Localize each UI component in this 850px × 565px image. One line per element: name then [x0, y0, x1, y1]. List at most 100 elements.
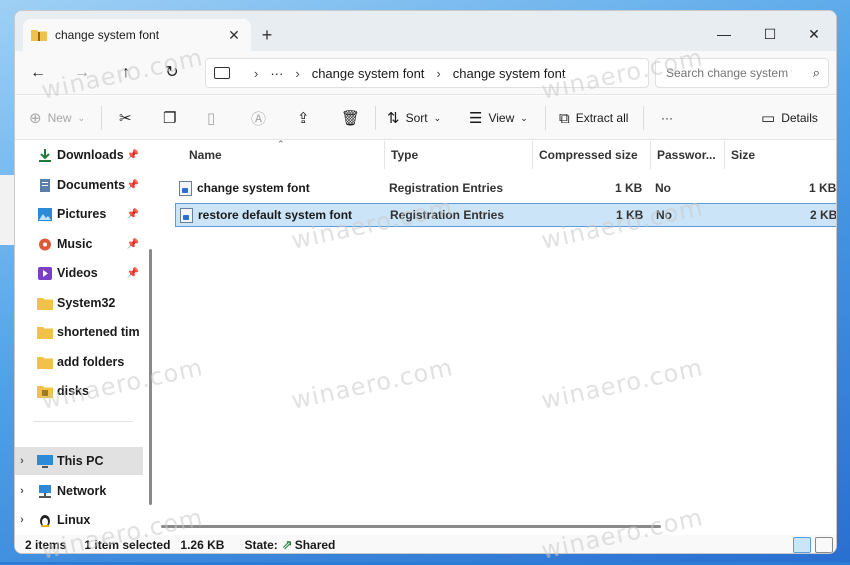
forward-button[interactable]: →	[69, 62, 95, 84]
sort-icon: ⇅	[387, 110, 400, 127]
toolbar-divider	[545, 106, 546, 130]
extract-all-button[interactable]: ⧉ Extract all	[559, 96, 628, 140]
copy-button[interactable]: ❐	[163, 96, 182, 140]
tiles-view-toggle[interactable]	[815, 537, 833, 553]
breadcrumb-item[interactable]: change system font	[312, 66, 425, 81]
cut-button[interactable]: ✂	[119, 96, 138, 140]
sidebar-item-label: System32	[57, 296, 116, 310]
pin-icon: 📌	[126, 238, 139, 250]
pin-icon: 📌	[126, 267, 139, 279]
desktop-icon-fragment	[0, 175, 14, 245]
sidebar-item-label: Pictures	[57, 207, 107, 221]
sidebar-item-network[interactable]: › Network	[15, 477, 143, 505]
tab-change-system-font[interactable]: change system font ✕	[23, 19, 251, 51]
table-row[interactable]: restore default system font Registration…	[175, 203, 836, 227]
trash-icon: 🗑	[341, 110, 361, 127]
column-header-compressed-size[interactable]: Compressed size	[533, 141, 651, 169]
search-icon: ⌕	[812, 65, 820, 80]
file-list: Name ⌃ Type Compressed size Passwor... S…	[161, 139, 836, 535]
sidebar-item-music[interactable]: Music 📌	[15, 230, 143, 258]
folder-icon	[37, 326, 53, 339]
delete-button[interactable]: 🗑	[341, 96, 366, 140]
sort-button[interactable]: ⇅ Sort ⌄	[387, 96, 441, 140]
column-label: Size	[731, 148, 756, 162]
rename-icon: Ⓐ	[251, 110, 267, 128]
share-button[interactable]: ⇪	[297, 96, 316, 140]
videos-icon	[38, 266, 52, 280]
chevron-down-icon: ⌄	[433, 112, 442, 123]
network-icon	[39, 484, 51, 498]
file-name: change system font	[197, 181, 310, 195]
pc-icon	[37, 454, 53, 468]
scissors-icon: ✂	[119, 110, 132, 127]
close-window-button[interactable]: ✕	[791, 19, 836, 49]
sidebar-item-label: Network	[57, 484, 107, 498]
sidebar-item-linux[interactable]: › Linux	[15, 506, 143, 534]
back-button[interactable]: ←	[25, 62, 51, 84]
up-button[interactable]: ↑	[113, 62, 139, 84]
pin-icon: 📌	[126, 208, 139, 220]
column-header-size[interactable]: Size	[725, 141, 836, 169]
new-tab-button[interactable]: +	[255, 25, 279, 46]
chevron-down-icon: ⌄	[520, 112, 528, 123]
sidebar-item-videos[interactable]: Videos 📌	[15, 259, 143, 287]
minimize-button[interactable]: —	[701, 19, 747, 49]
sidebar-scrollbar[interactable]	[149, 249, 152, 505]
sidebar-item-disks[interactable]: disks	[15, 377, 143, 405]
chevron-right-icon: ›	[295, 65, 300, 81]
monitor-icon	[214, 67, 230, 79]
pin-icon: 📌	[126, 149, 139, 161]
chevron-right-icon[interactable]: ›	[15, 455, 29, 467]
tab-close-icon[interactable]: ✕	[225, 27, 243, 44]
plus-circle-icon: ⊕	[29, 110, 42, 127]
address-bar[interactable]: › ··· › change system font › change syst…	[205, 58, 649, 88]
search-box[interactable]: ⌕	[655, 58, 829, 88]
view-button[interactable]: ☰ View ⌄	[469, 96, 528, 140]
new-label: New	[47, 111, 72, 125]
status-state-value: Shared	[294, 538, 336, 552]
sidebar-item-label: Documents	[57, 178, 126, 192]
sidebar-item-downloads[interactable]: Downloads 📌	[15, 141, 143, 169]
sidebar-item-documents[interactable]: Documents 📌	[15, 171, 143, 199]
column-label: Name	[189, 148, 222, 162]
sidebar-item-add-folders[interactable]: add folders	[15, 348, 143, 376]
chevron-right-icon[interactable]: ›	[15, 485, 29, 497]
view-label: View	[488, 111, 515, 125]
column-header-type[interactable]: Type	[385, 141, 533, 169]
extract-label: Extract all	[575, 111, 629, 125]
sidebar-item-this-pc[interactable]: › This PC	[15, 447, 143, 475]
refresh-button[interactable]: ↻	[159, 62, 185, 84]
breadcrumb-more[interactable]: ···	[270, 66, 283, 81]
column-label: Passwor...	[657, 148, 716, 162]
sidebar-item-pictures[interactable]: Pictures 📌	[15, 200, 143, 228]
more-options-button[interactable]: ···	[661, 96, 673, 140]
file-type: Registration Entries	[390, 208, 505, 222]
sidebar-item-shortened-tim[interactable]: shortened tim	[15, 318, 143, 346]
sort-ascending-icon: ⌃	[277, 139, 285, 149]
new-button[interactable]: ⊕ New ⌄	[29, 96, 85, 140]
view-lines-icon: ☰	[469, 110, 483, 127]
sidebar-item-label: shortened tim	[57, 325, 140, 339]
sidebar-item-label: This PC	[57, 454, 104, 468]
paste-button[interactable]: ▯	[207, 96, 221, 140]
linux-icon	[40, 514, 50, 527]
search-input[interactable]	[664, 65, 794, 81]
file-list-scrollbar[interactable]	[161, 525, 661, 528]
details-pane-button[interactable]: ▭ Details	[761, 96, 818, 140]
details-view-toggle[interactable]	[793, 537, 811, 553]
folder-icon	[37, 297, 53, 310]
column-header-password[interactable]: Passwor...	[651, 141, 725, 169]
sidebar-item-system32[interactable]: System32	[15, 289, 143, 317]
breadcrumb-item[interactable]: change system font	[453, 66, 566, 81]
sidebar-item-label: Downloads	[57, 148, 124, 162]
chevron-right-icon[interactable]: ›	[15, 514, 29, 526]
table-row[interactable]: change system font Registration Entries …	[175, 177, 836, 201]
chevron-right-icon: ›	[436, 65, 441, 81]
pin-icon: 📌	[126, 179, 139, 191]
rename-button[interactable]: Ⓐ	[251, 96, 272, 140]
file-compressed-size: 1 KB	[615, 181, 643, 195]
details-pane-icon: ▭	[761, 110, 776, 127]
sidebar-item-label: add folders	[57, 355, 125, 369]
maximize-button[interactable]: ☐	[747, 19, 793, 49]
toolbar-divider	[643, 106, 644, 130]
